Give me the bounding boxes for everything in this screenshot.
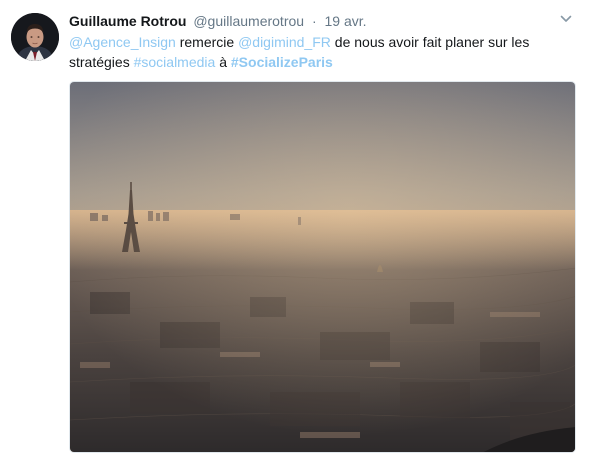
- separator-dot: ·: [311, 13, 317, 29]
- paris-skyline-photo: [70, 82, 575, 452]
- timestamp[interactable]: 19 avr.: [325, 13, 367, 29]
- avatar-image: [11, 13, 59, 61]
- mention-agence-insign[interactable]: @Agence_Insign: [69, 34, 176, 50]
- avatar[interactable]: [11, 13, 59, 61]
- hashtag-socializeparis[interactable]: #SocializeParis: [231, 54, 333, 70]
- tweet-card[interactable]: Guillaume Rotrou @guillaumerotrou · 19 a…: [0, 0, 589, 459]
- tweet-photo[interactable]: [69, 81, 576, 453]
- tweet-text: @Agence_Insign remercie @digimind_FR de …: [69, 32, 569, 72]
- author-handle[interactable]: @guillaumerotrou: [193, 13, 304, 29]
- hashtag-socialmedia[interactable]: #socialmedia: [134, 54, 216, 70]
- tweet-text-part: à: [215, 54, 231, 70]
- author-name[interactable]: Guillaume Rotrou: [69, 13, 186, 29]
- chevron-down-icon[interactable]: [558, 11, 574, 27]
- tweet-text-part: remercie: [175, 34, 239, 50]
- tweet-header: Guillaume Rotrou @guillaumerotrou · 19 a…: [69, 11, 367, 31]
- mention-digimind[interactable]: @digimind_FR: [238, 34, 331, 50]
